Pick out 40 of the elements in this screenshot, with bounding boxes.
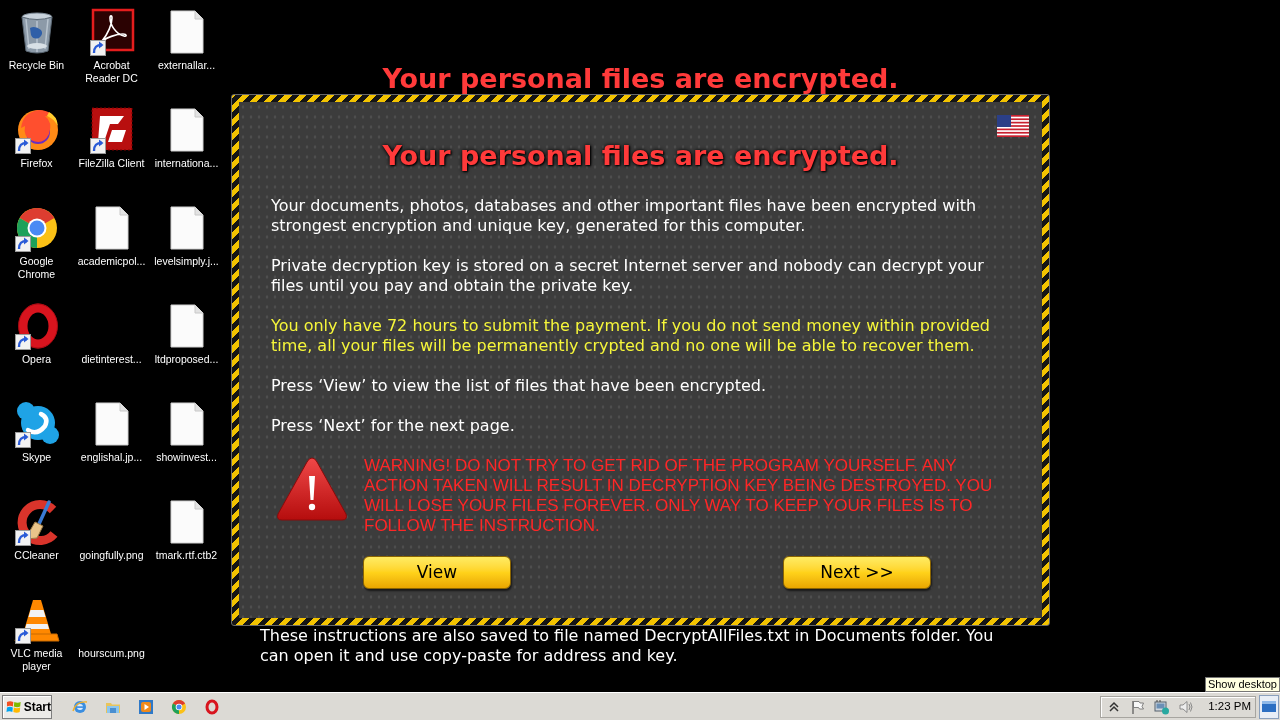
window-title: Your personal files are encrypted. xyxy=(381,139,900,173)
icon-label: Firefox xyxy=(20,157,53,170)
action-button[interactable]: View xyxy=(363,556,511,589)
icon-label: goingfully.png xyxy=(79,549,144,562)
tooltip: Show desktop xyxy=(1204,677,1280,692)
icon-label: FileZilla Client xyxy=(78,157,145,170)
icon-label: Recycle Bin xyxy=(8,59,65,72)
network-icon[interactable] xyxy=(1154,698,1171,715)
icon-label: levelsimply.j... xyxy=(154,255,219,268)
icon-label: Opera xyxy=(21,353,52,366)
message-paragraph: Press ‘View’ to view the list of files that have been encrypted. xyxy=(271,376,768,396)
icon-label: hourscum.png xyxy=(78,647,145,660)
start-button[interactable]: Start xyxy=(2,694,52,719)
message-paragraph: You only have 72 hours to submit the payment. If you do not send money within provided time, all your files will be permanently crypted and no one will be able to recover them. xyxy=(271,316,991,356)
action-button[interactable]: Next >> xyxy=(783,556,931,589)
footer-text: These instructions are also saved to file named DecryptAllFiles.txt in Documents folder. You can open it and use copy-paste for address and key. xyxy=(260,626,995,666)
icon-label: Skype xyxy=(21,451,52,464)
icon-label: VLC media player xyxy=(9,647,64,673)
icon-label: externallar... xyxy=(157,59,216,72)
play-tile-icon[interactable] xyxy=(138,698,154,715)
icon-label: Google Chrome xyxy=(16,255,57,281)
message-paragraph: Your documents, photos, databases and other important files have been encrypted with strongest encryption and unique key, generated for this computer. xyxy=(271,196,978,236)
icon-label: internationa... xyxy=(154,157,219,170)
warning-triangle-icon xyxy=(276,456,348,522)
icon-label: showinvest... xyxy=(156,451,217,464)
icon-label: ltdproposed... xyxy=(154,353,219,366)
windows-logo-icon xyxy=(6,698,22,715)
clock[interactable]: 1:23 PM xyxy=(1208,697,1251,716)
flag-icon[interactable] xyxy=(997,115,1029,137)
icon-label: CCleaner xyxy=(14,549,59,562)
icon-label: Acrobat Reader DC xyxy=(84,59,139,85)
message-paragraph: Press ‘Next’ for the next page. xyxy=(271,416,516,436)
icon-label: academicpol... xyxy=(77,255,146,268)
icon-label: englishal.jp... xyxy=(80,451,143,464)
icon-label: tmark.rtf.ctb2 xyxy=(155,549,218,562)
message-paragraph: Private decryption key is stored on a secret Internet server and nobody can decrypt your files until you pay and obtain the private key. xyxy=(271,256,985,296)
warning-text: WARNING! DO NOT TRY TO GET RID OF THE PROGRAM YOURSELF. ANY ACTION TAKEN WILL RESULT IN DECRYPTION KEY BEING DESTROYED. YOU WILL LOSE YOUR FILES FOREVER. ONLY WAY TO KEEP YOUR FILES IS TO FOLLOW THE INSTRUCTION. xyxy=(364,456,994,536)
icon-label: dietinterest... xyxy=(81,353,142,366)
heading: Your personal files are encrypted. xyxy=(382,62,899,94)
show-desktop-button[interactable] xyxy=(1259,694,1279,719)
